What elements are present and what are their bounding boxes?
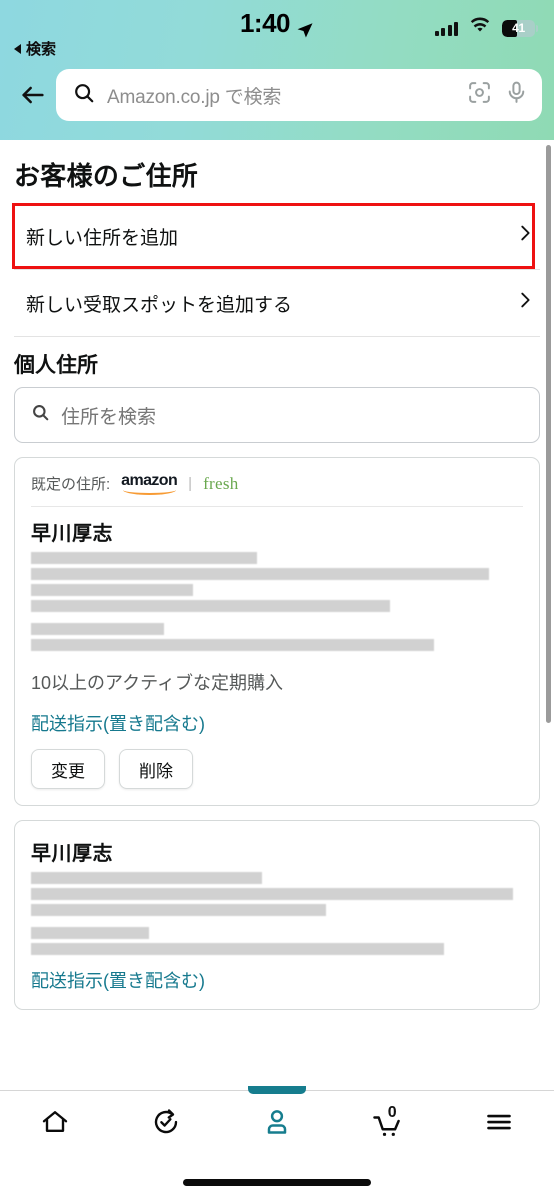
microphone-icon[interactable] [504,80,529,110]
address-search-input[interactable]: 住所を検索 [61,402,156,429]
redacted-address-block [31,872,523,959]
bottom-navigation-bar: 0 [0,1086,554,1200]
home-icon [40,1107,70,1142]
home-indicator [183,1179,371,1186]
wifi-icon [469,17,491,39]
amazon-logo-text: amazon [121,472,178,489]
redacted-line [31,943,445,955]
card-actions: 変更 削除 [31,736,523,789]
delete-address-button[interactable]: 削除 [119,749,193,789]
status-bar-time: 1:40 [239,8,291,38]
status-bar: 1:40 検索 41 [0,0,554,62]
add-pickup-point-label: 新しい受取スポットを追加する [26,294,293,316]
recipient-name: 早川厚志 [31,843,113,865]
redacted-line [31,552,258,564]
refresh-check-icon [151,1107,181,1142]
redacted-address-block [31,552,523,655]
redacted-line [31,639,435,651]
section-title-personal-addresses: 個人住所 [14,354,98,377]
battery-indicator: 41 [502,19,538,37]
add-new-address-label: 新しい住所を追加 [26,227,179,249]
return-to-search-label: 検索 [26,41,57,58]
address-search-field[interactable]: 住所を検索 [14,387,540,443]
back-arrow-icon[interactable] [10,72,56,118]
nav-item-home[interactable] [0,1091,111,1157]
add-new-address-row[interactable]: 新しい住所を追加 [0,203,554,269]
return-to-search-button[interactable]: 検索 [14,38,56,59]
camera-scan-icon[interactable] [467,80,492,110]
recipient-name: 早川厚志 [31,523,113,545]
chevron-right-icon [514,222,536,250]
nav-item-cart[interactable]: 0 [332,1091,443,1157]
redacted-line [31,872,263,884]
default-address-row: 既定の住所: amazon | fresh [31,472,523,507]
redacted-line [31,568,489,580]
cellular-signal-icon [434,21,458,36]
amazon-logo: amazon [121,472,178,495]
status-bar-indicators: 41 [434,17,538,39]
app-header: 1:40 検索 41 Amazon.co.jp で検索 [0,0,554,140]
delivery-instructions-link[interactable]: 配送指示(置き配含む) [31,959,523,993]
hamburger-menu-icon [484,1107,514,1142]
redacted-line [31,904,327,916]
brand-separator: | [188,475,193,492]
vertical-scrollbar[interactable] [546,145,551,723]
amazon-smile-icon [123,489,177,495]
redacted-line [31,584,194,596]
redacted-line [31,927,150,939]
delivery-instructions-link[interactable]: 配送指示(置き配含む) [31,695,523,736]
fresh-logo: fresh [203,473,239,493]
redacted-line [31,600,391,612]
subscription-note: 10以上のアクティブな定期購入 [31,673,284,693]
triangle-left-icon [14,43,21,54]
edit-address-button[interactable]: 変更 [31,749,105,789]
nav-item-reorder[interactable] [111,1091,222,1157]
search-header-row: Amazon.co.jp で検索 [0,62,554,128]
add-pickup-point-row[interactable]: 新しい受取スポットを追加する [0,270,554,336]
battery-tip [536,24,538,32]
person-icon [262,1107,292,1142]
battery-level-label: 41 [512,21,525,35]
search-input[interactable]: Amazon.co.jp で検索 [107,82,455,109]
redacted-line [31,623,164,635]
chevron-right-icon [514,289,536,317]
page-content: お客様のご住所 新しい住所を追加 新しい受取スポットを追加する 個人住所 住所を… [0,140,554,1090]
nav-item-menu[interactable] [443,1091,554,1157]
cart-badge-count: 0 [387,1103,397,1121]
default-address-label: 既定の住所: [31,476,111,493]
address-card[interactable]: 既定の住所: amazon | fresh 早川厚志 10以上のアクティブな定期… [14,457,540,806]
nav-item-account[interactable] [222,1086,333,1157]
search-bar[interactable]: Amazon.co.jp で検索 [56,69,542,121]
page-title: お客様のご住所 [14,161,199,191]
phone-screen: 1:40 検索 41 Amazon.co.jp で検索 お客様のご住所 新しい住… [0,0,554,1200]
search-icon [73,82,95,109]
search-icon [31,403,50,427]
location-arrow-icon [296,15,314,37]
redacted-line [31,888,514,900]
shopping-cart-icon: 0 [371,1104,405,1140]
active-tab-indicator [247,1086,306,1094]
address-card[interactable]: 早川厚志 配送指示(置き配含む) [14,820,540,1010]
